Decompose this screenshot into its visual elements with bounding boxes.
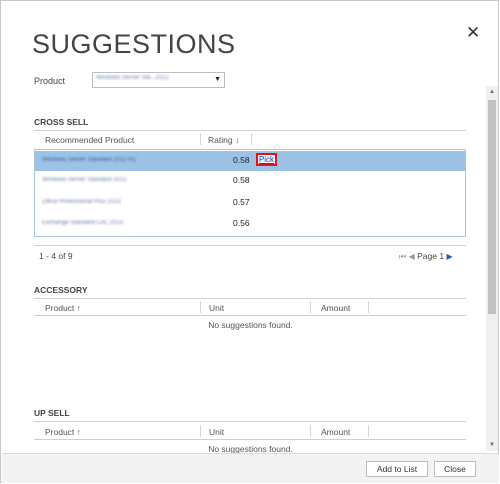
cross-sell-title: CROSS SELL [34,117,89,127]
vertical-scrollbar[interactable]: ▲ ▼ [486,86,498,451]
column-divider [368,425,369,437]
up-sell-divider [34,421,466,422]
suggestions-dialog: SUGGESTIONS ✕ Product Windows Server Sta… [0,0,499,483]
cross-sell-divider [34,130,466,131]
product-select[interactable]: Windows Server Sta...2012 ▼ [92,72,225,88]
chevron-down-icon: ▼ [214,76,221,83]
table-row[interactable]: Office Professional Plus 2013 0.57 [35,193,465,213]
close-icon[interactable]: ✕ [466,23,480,43]
column-divider [200,301,201,313]
accessory-divider [34,298,466,299]
pager-divider [34,245,466,246]
dialog-title: SUGGESTIONS [32,29,236,59]
column-divider [251,133,252,145]
up-sell-header-divider [34,439,466,440]
col-unit[interactable]: Unit [209,303,224,313]
pick-button[interactable]: Pick [256,153,277,166]
prev-page-icon[interactable]: ◀ [409,252,415,261]
row-product-name[interactable]: Exchange Standard CAL 2013 [42,220,123,226]
row-product-name[interactable]: Office Professional Plus 2013 [42,199,121,205]
col-unit[interactable]: Unit [209,427,224,437]
record-count: 1 - 4 of 9 [39,251,73,261]
table-row[interactable]: Windows Server Standard 2012 R2 0.58 Pic… [35,151,465,171]
add-to-list-button[interactable]: Add to List [366,461,428,477]
scrollbar-thumb[interactable] [488,100,496,314]
row-product-name[interactable]: Windows Server Standard 2012 [42,177,127,183]
accessory-empty-message: No suggestions found. [208,320,293,330]
page-indicator: Page 1 [417,251,445,261]
pager: ⏮ ◀ Page 1 ▶ [399,251,453,262]
next-page-icon[interactable]: ▶ [446,252,452,261]
col-amount[interactable]: Amount [321,427,350,437]
scroll-down-icon[interactable]: ▼ [486,439,498,451]
dialog-footer: Add to List Close [2,453,499,483]
column-divider [200,133,201,145]
accessory-header-divider [34,315,466,316]
col-rating[interactable]: Rating ↓ [208,135,239,145]
col-amount[interactable]: Amount [321,303,350,313]
row-rating: 0.56 [233,218,250,228]
column-divider [368,301,369,313]
col-product[interactable]: Product ↑ [45,303,81,313]
product-label: Product [34,76,66,86]
accessory-title: ACCESSORY [34,285,88,295]
up-sell-title: UP SELL [34,408,70,418]
row-rating: 0.57 [233,197,250,207]
table-row[interactable]: Exchange Standard CAL 2013 0.56 [35,214,465,234]
row-rating: 0.58 [233,155,250,165]
col-rating-label: Rating [208,135,233,145]
first-page-icon[interactable]: ⏮ [399,252,406,261]
row-product-name[interactable]: Windows Server Standard 2012 R2 [42,157,136,163]
close-button[interactable]: Close [434,461,476,477]
column-divider [200,425,201,437]
scroll-up-icon[interactable]: ▲ [486,86,498,98]
col-recommended-product[interactable]: Recommended Product [45,135,134,145]
product-select-value: Windows Server Sta...2012 [96,75,169,81]
table-row[interactable]: Windows Server Standard 2012 0.58 [35,171,465,191]
sort-down-icon: ↓ [234,135,240,145]
row-rating: 0.58 [233,175,250,185]
column-divider [310,301,311,313]
col-product[interactable]: Product ↑ [45,427,81,437]
column-divider [310,425,311,437]
